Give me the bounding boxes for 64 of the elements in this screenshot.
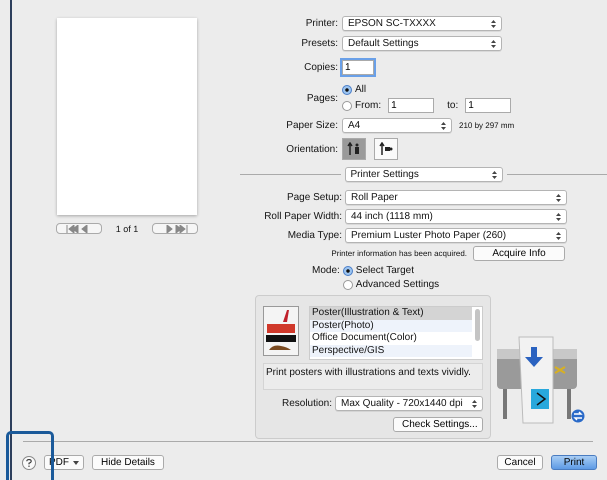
- print-button[interactable]: Print: [551, 455, 597, 470]
- up-down-arrows-icon: [491, 40, 496, 48]
- radio-label: From:: [355, 100, 382, 111]
- up-down-arrows-icon: [556, 194, 561, 202]
- paper-size-popup[interactable]: A4: [342, 118, 452, 133]
- panel-popup[interactable]: Printer Settings: [344, 167, 502, 182]
- up-down-arrows-icon: [556, 212, 561, 220]
- up-down-arrows-icon: [441, 122, 446, 130]
- up-down-arrows-icon: [472, 400, 477, 408]
- paper-size-label: Paper Size:: [285, 120, 338, 131]
- landscape-button[interactable]: [374, 138, 398, 160]
- dropdown-caret-icon: [73, 460, 79, 464]
- radio-label: All: [355, 84, 366, 95]
- hide-details-button[interactable]: Hide Details: [92, 455, 164, 470]
- page-setup-popup[interactable]: Roll Paper: [345, 190, 567, 205]
- landscape-orientation-icon: [379, 142, 393, 156]
- roll-paper-width-label: Roll Paper Width:: [263, 211, 342, 222]
- sync-icon[interactable]: [571, 409, 585, 423]
- copies-label: Copies:: [303, 62, 338, 73]
- portrait-button[interactable]: [342, 138, 366, 160]
- target-list-item[interactable]: Perspective/GIS: [310, 344, 472, 357]
- portrait-orientation-icon: [347, 142, 361, 156]
- poster-thumbnail-icon: [263, 306, 299, 356]
- up-down-arrows-icon: [491, 20, 496, 28]
- printer-popup[interactable]: EPSON SC-TXXXX: [342, 16, 502, 31]
- mode-label: Mode:: [312, 265, 340, 278]
- up-down-arrows-icon: [492, 170, 496, 178]
- page-indicator: 1 of 1: [116, 224, 138, 234]
- next-page-button[interactable]: [152, 223, 198, 234]
- previous-page-button[interactable]: [56, 223, 102, 234]
- to-label: to:: [447, 100, 458, 111]
- radio-label: Advanced Settings: [356, 279, 440, 290]
- page-setup-label: Page Setup:: [286, 192, 342, 203]
- resolution-popup[interactable]: Max Quality - 720x1440 dpi: [335, 396, 483, 411]
- presets-popup[interactable]: Default Settings: [342, 36, 502, 51]
- to-field[interactable]: 1: [465, 98, 512, 113]
- question-mark-icon: [26, 458, 32, 466]
- cancel-button[interactable]: Cancel: [497, 455, 543, 470]
- check-settings-button[interactable]: Check Settings...: [393, 417, 483, 432]
- target-list-item[interactable]: Office Document(Color): [310, 332, 472, 344]
- from-field[interactable]: 1: [388, 98, 434, 113]
- media-type-label: Media Type:: [286, 230, 342, 241]
- acquire-info-button[interactable]: Acquire Info: [473, 246, 565, 261]
- radio-button[interactable]: [342, 84, 352, 94]
- media-type-popup[interactable]: Premium Luster Photo Paper (260): [345, 228, 567, 243]
- resolution-label: Resolution:: [282, 398, 332, 409]
- radio-button[interactable]: [342, 266, 353, 276]
- pages-label: Pages:: [306, 93, 338, 104]
- printer-info-message: Printer information has been acquired.: [331, 249, 467, 258]
- scrollbar[interactable]: [475, 309, 480, 341]
- radio-label: Select Target: [356, 265, 414, 276]
- target-list-item[interactable]: Poster(Illustration & Text): [310, 307, 472, 320]
- up-down-arrows-icon: [556, 232, 561, 240]
- target-list-item[interactable]: Poster(Photo): [310, 320, 472, 332]
- printer-label: Printer:: [304, 18, 338, 29]
- radio-button[interactable]: [342, 100, 352, 110]
- help-button[interactable]: [22, 456, 36, 470]
- orientation-label: Orientation:: [285, 144, 338, 154]
- copies-field[interactable]: 1: [342, 60, 374, 75]
- presets-label: Presets:: [300, 38, 338, 49]
- target-description: Print posters with illustrations and texts vividly.: [263, 363, 483, 390]
- paper-dimensions: 210 by 297 mm: [459, 121, 514, 130]
- roll-paper-width-popup[interactable]: 44 inch (1118 mm): [345, 209, 567, 224]
- radio-button[interactable]: [342, 280, 353, 290]
